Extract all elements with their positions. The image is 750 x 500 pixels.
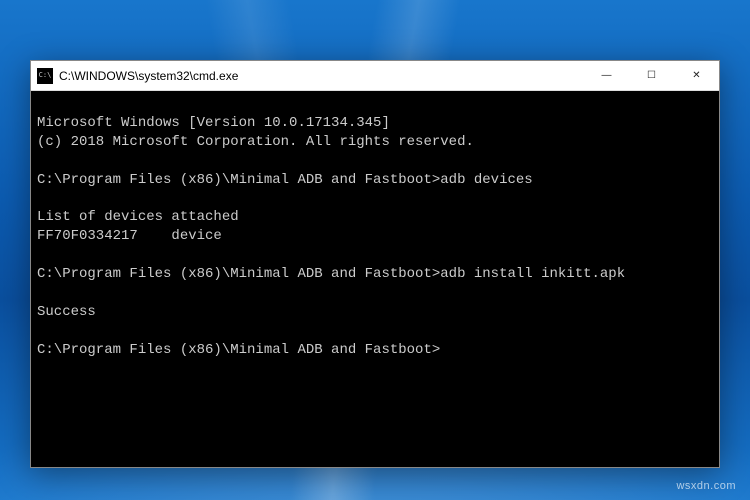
terminal-line: (c) 2018 Microsoft Corporation. All righ… <box>37 134 474 150</box>
terminal-prompt: C:\Program Files (x86)\Minimal ADB and F… <box>37 342 440 358</box>
terminal-line: List of devices attached <box>37 209 239 225</box>
close-icon: ✕ <box>692 70 700 81</box>
minimize-icon: — <box>602 70 612 81</box>
maximize-icon: ☐ <box>647 70 656 81</box>
terminal-prompt-line: C:\Program Files (x86)\Minimal ADB and F… <box>37 341 713 360</box>
terminal-prompt: C:\Program Files (x86)\Minimal ADB and F… <box>37 172 440 188</box>
terminal-command: adb install inkitt.apk <box>440 266 625 282</box>
terminal-line: Microsoft Windows [Version 10.0.17134.34… <box>37 115 390 131</box>
watermark: wsxdn.com <box>676 480 736 492</box>
cmd-icon: C:\ <box>37 68 53 84</box>
terminal-output[interactable]: Microsoft Windows [Version 10.0.17134.34… <box>31 91 719 467</box>
terminal-prompt: C:\Program Files (x86)\Minimal ADB and F… <box>37 266 440 282</box>
window-titlebar[interactable]: C:\ C:\WINDOWS\system32\cmd.exe — ☐ ✕ <box>31 61 719 91</box>
terminal-command: adb devices <box>440 172 532 188</box>
terminal-line: FF70F0334217 device <box>37 228 222 244</box>
cmd-icon-label: C:\ <box>39 72 52 79</box>
minimize-button[interactable]: — <box>584 61 629 90</box>
terminal-prompt-line: C:\Program Files (x86)\Minimal ADB and F… <box>37 171 713 190</box>
window-controls: — ☐ ✕ <box>584 61 719 90</box>
window-title: C:\WINDOWS\system32\cmd.exe <box>59 69 584 83</box>
terminal-line: Success <box>37 304 96 320</box>
maximize-button[interactable]: ☐ <box>629 61 674 90</box>
close-button[interactable]: ✕ <box>674 61 719 90</box>
terminal-prompt-line: C:\Program Files (x86)\Minimal ADB and F… <box>37 265 713 284</box>
cmd-window: C:\ C:\WINDOWS\system32\cmd.exe — ☐ ✕ Mi… <box>30 60 720 468</box>
